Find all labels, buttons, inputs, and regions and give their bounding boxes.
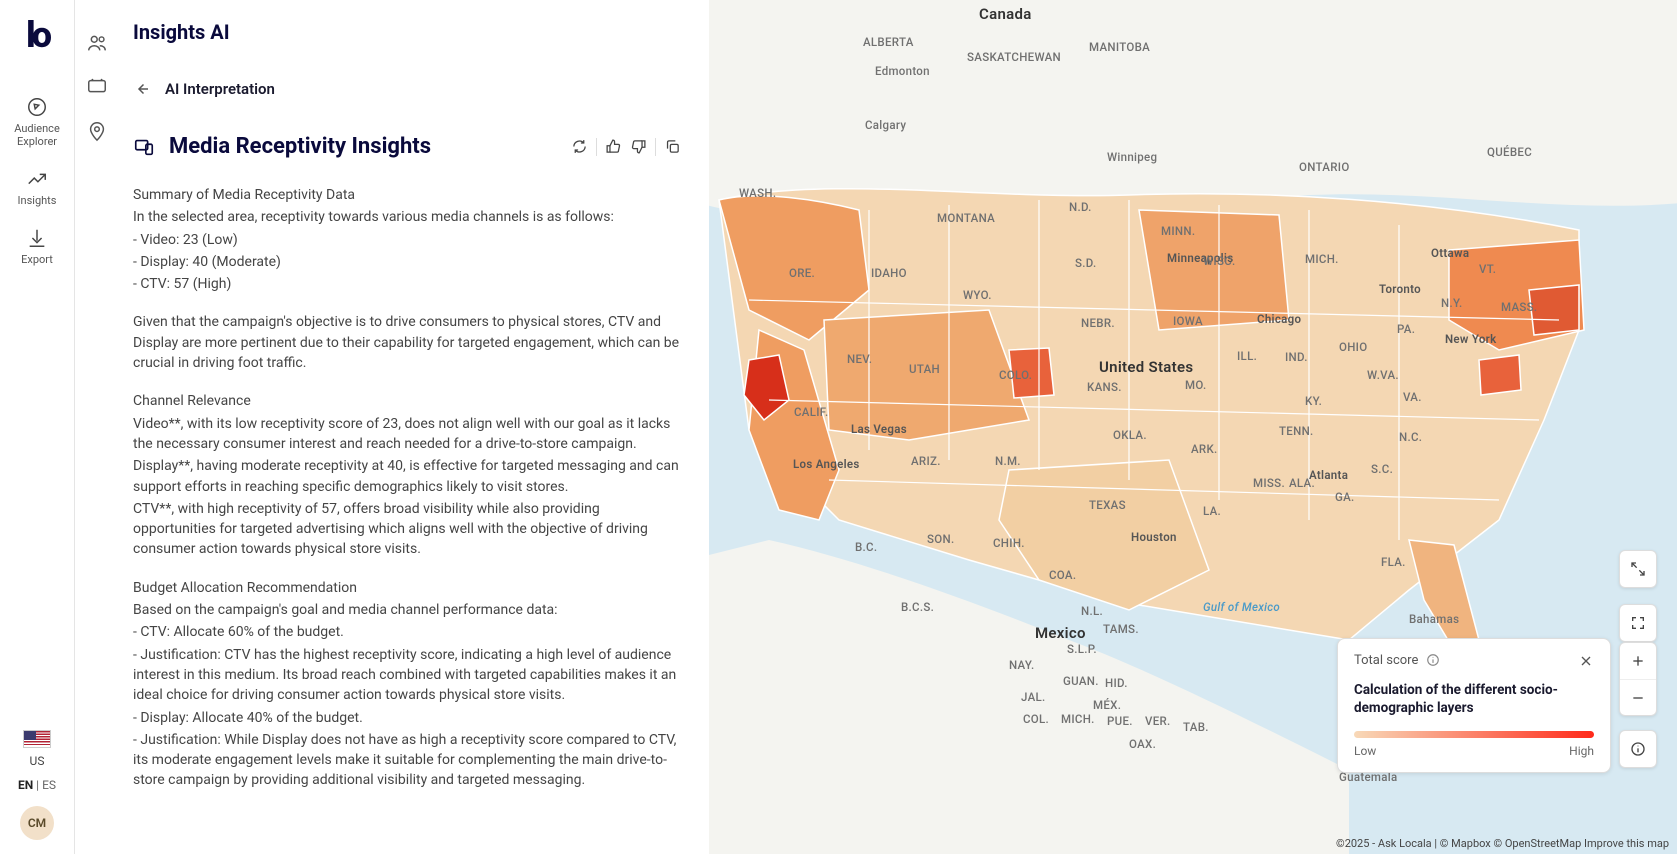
nav-audience-explorer[interactable]: Audience Explorer: [0, 86, 74, 158]
download-icon: [26, 227, 48, 249]
nav-export[interactable]: Export: [0, 217, 74, 276]
refresh-icon[interactable]: [571, 138, 588, 155]
text: - Display: Allocate 40% of the budget.: [133, 708, 681, 728]
back-arrow-icon[interactable]: [133, 80, 151, 98]
map-legend: Total score Calculation of the different…: [1337, 638, 1611, 773]
map-expand-control: [1619, 550, 1657, 588]
trend-icon: [26, 168, 48, 190]
nav-insights[interactable]: Insights: [0, 158, 74, 217]
expand-button[interactable]: [1620, 551, 1656, 587]
user-avatar[interactable]: CM: [20, 806, 54, 840]
devices-icon: [133, 136, 155, 158]
language-switch[interactable]: EN | ES: [18, 778, 56, 792]
text: Given that the campaign's objective is t…: [133, 312, 681, 373]
text: In the selected area, receptivity toward…: [133, 207, 681, 227]
tool-rail: [75, 0, 119, 854]
text: Channel Relevance: [133, 391, 681, 411]
nav-rail: lo Audience Explorer Insights Export US …: [0, 0, 75, 854]
country-flag-icon[interactable]: [23, 730, 51, 748]
info-button[interactable]: [1620, 731, 1656, 767]
map-info-control: [1619, 730, 1657, 768]
brand-logo: lo: [26, 14, 48, 56]
section-header: Media Receptivity Insights: [133, 134, 681, 159]
fullscreen-icon: [1630, 615, 1646, 631]
info-icon[interactable]: [1426, 653, 1440, 667]
legend-gradient: [1354, 731, 1594, 738]
text: Video**, with its low receptivity score …: [133, 414, 681, 455]
location-pin-icon[interactable]: [86, 120, 108, 142]
map-view[interactable]: Canada ALBERTA SASKATCHEWAN MANITOBA Edm…: [709, 0, 1677, 854]
text: Based on the campaign's goal and media c…: [133, 600, 681, 620]
text: - Video: 23 (Low): [133, 230, 681, 250]
fullscreen-button[interactable]: [1620, 605, 1656, 641]
text: - CTV: 57 (High): [133, 274, 681, 294]
divider: |: [33, 778, 42, 792]
legend-description: Calculation of the different socio-demog…: [1354, 681, 1594, 717]
insights-panel: Insights AI AI Interpretation Media Rece…: [119, 0, 709, 854]
breadcrumb: AI Interpretation: [133, 80, 681, 98]
text: Display**, having moderate receptivity a…: [133, 456, 681, 497]
text: - Justification: CTV has the highest rec…: [133, 645, 681, 706]
text: Budget Allocation Recommendation: [133, 578, 681, 598]
map-fullscreen-control: [1619, 604, 1657, 642]
info-icon: [1630, 741, 1646, 757]
insight-body: Summary of Media Receptivity Data In the…: [133, 185, 681, 791]
text: Summary of Media Receptivity Data: [133, 185, 681, 205]
legend-high: High: [1569, 744, 1594, 758]
nav-label: Export: [21, 253, 53, 266]
legend-low: Low: [1354, 744, 1376, 758]
expand-icon: [1630, 561, 1646, 577]
text: - Display: 40 (Moderate): [133, 252, 681, 272]
minus-icon: [1630, 690, 1646, 706]
lang-es[interactable]: ES: [42, 778, 56, 792]
divider: [596, 138, 597, 156]
compass-icon: [26, 96, 48, 118]
zoom-in-button[interactable]: [1620, 643, 1656, 679]
close-icon: [1578, 653, 1594, 669]
legend-close-button[interactable]: [1578, 653, 1594, 673]
nav-label: Insights: [18, 194, 57, 207]
text: - Justification: While Display does not …: [133, 730, 681, 791]
app-title: Insights AI: [133, 20, 681, 44]
nav-label: Audience Explorer: [4, 122, 70, 148]
copy-icon[interactable]: [664, 138, 681, 155]
thumbs-up-icon[interactable]: [605, 138, 622, 155]
text: CTV**, with high receptivity of 57, offe…: [133, 499, 681, 560]
legend-title: Total score: [1354, 653, 1418, 668]
plus-icon: [1630, 653, 1646, 669]
zoom-out-button[interactable]: [1620, 679, 1656, 715]
map-attribution: ©2025 - Ask Locala | © Mapbox © OpenStre…: [1336, 837, 1669, 850]
section-title: Media Receptivity Insights: [169, 134, 431, 159]
thumbs-down-icon[interactable]: [630, 138, 647, 155]
country-code: US: [30, 754, 45, 768]
breadcrumb-label: AI Interpretation: [165, 80, 275, 98]
people-icon[interactable]: [86, 32, 108, 54]
divider: [655, 138, 656, 156]
lang-en[interactable]: EN: [18, 778, 33, 792]
map-zoom-control: [1619, 642, 1657, 716]
screen-icon[interactable]: [86, 76, 108, 98]
text: - CTV: Allocate 60% of the budget.: [133, 622, 681, 642]
